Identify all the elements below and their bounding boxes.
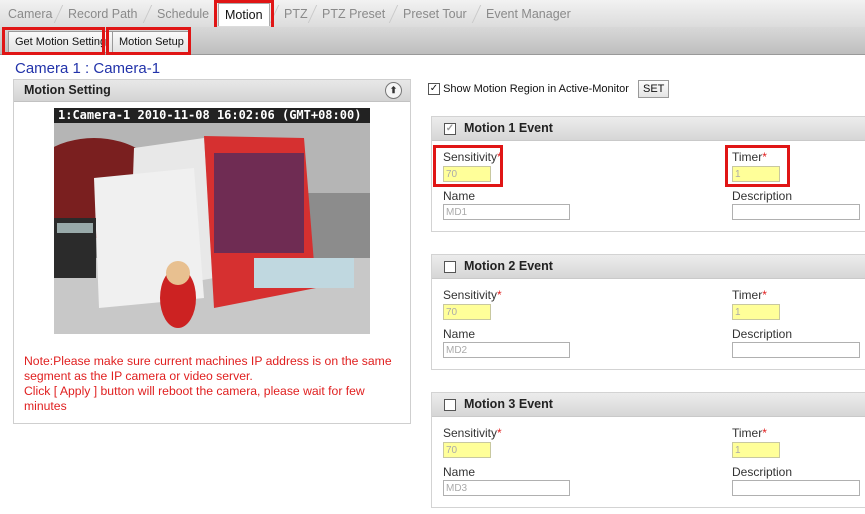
motion-1-event-header: ✓ Motion 1 Event [432,117,865,141]
motion-1-event-title: Motion 1 Event [464,121,553,135]
sensitivity-input[interactable]: 70 [443,442,491,458]
show-region-label: Show Motion Region in Active-Monitor [443,83,629,95]
motion-2-event-title: Motion 2 Event [464,259,553,273]
motion-3-checkbox[interactable] [444,398,456,411]
motion-setting-header: Motion Setting ⬆ [14,80,410,102]
motion-setup-button[interactable]: Motion Setup [112,31,191,53]
sensitivity-input[interactable]: 70 [443,166,491,182]
timer-input[interactable]: 1 [732,304,780,320]
motion-3-event-title: Motion 3 Event [464,397,553,411]
tab-event-manager[interactable]: Event Manager [480,3,577,25]
camera-title: Camera 1 : Camera-1 [15,60,161,77]
sensitivity-label: Sensitivity* [443,288,502,302]
motion-3-event-header: Motion 3 Event [432,393,865,417]
timer-label: Timer* [732,288,767,302]
sensitivity-label: Sensitivity* [443,426,502,440]
sensitivity-label: Sensitivity* [443,150,502,164]
sensitivity-input[interactable]: 70 [443,304,491,320]
motion-2-event-panel: Motion 2 Event Sensitivity* 70 Timer* 1 … [431,254,865,370]
description-input[interactable] [732,204,860,220]
name-input[interactable]: MD3 [443,480,570,496]
ip-note-text: Note:Please make sure current machines I… [24,354,392,383]
description-label: Description [732,189,793,203]
motion-setting-title: Motion Setting [24,83,111,97]
get-motion-setting-button[interactable]: Get Motion Setting [8,31,114,53]
tab-preset-tour[interactable]: Preset Tour [397,3,473,25]
timer-label: Timer* [732,426,767,440]
description-label: Description [732,327,793,341]
tab-schedule[interactable]: Schedule [151,3,215,25]
timer-label: Timer* [732,150,767,164]
motion-1-event-panel: ✓ Motion 1 Event Sensitivity* 70 Timer* 1… [431,116,865,232]
name-input[interactable]: MD2 [443,342,570,358]
tab-camera[interactable]: Camera [2,3,58,25]
description-input[interactable] [732,480,860,496]
description-input[interactable] [732,342,860,358]
tab-motion[interactable]: Motion [218,3,270,26]
tab-ptz-preset[interactable]: PTZ Preset [316,3,391,25]
motion-1-checkbox[interactable]: ✓ [444,122,456,135]
motion-2-event-header: Motion 2 Event [432,255,865,279]
set-button[interactable]: SET [638,80,670,98]
show-region-checkbox[interactable]: ✓ [428,83,440,96]
collapse-icon[interactable]: ⬆ [385,82,402,99]
top-tab-bar: Camera Record Path Schedule Motion PTZ P… [0,0,865,28]
camera-video-view[interactable]: 1:Camera-1 2010-11-08 16:02:06 (GMT+08:0… [54,108,370,334]
name-label: Name [443,327,476,341]
sub-toolbar: Get Motion Setting Motion Setup [0,27,865,55]
motion-3-event-panel: Motion 3 Event Sensitivity* 70 Timer* 1 … [431,392,865,508]
name-label: Name [443,465,476,479]
motion-2-checkbox[interactable] [444,260,456,273]
reboot-note-text: Click [ Apply ] button will reboot the c… [24,384,365,413]
motion-setting-panel: Motion Setting ⬆ 1:Camera-1 2010-11-08 1… [13,79,411,424]
timer-input[interactable]: 1 [732,442,780,458]
show-motion-region-row: ✓ Show Motion Region in Active-Monitor S… [428,80,670,98]
description-label: Description [732,465,793,479]
timer-input[interactable]: 1 [732,166,780,182]
ip-note: Note:Please make sure current machines I… [24,354,404,414]
video-osd-timestamp: 1:Camera-1 2010-11-08 16:02:06 (GMT+08:0… [54,108,370,123]
name-label: Name [443,189,476,203]
video-image [54,108,370,334]
tab-record-path[interactable]: Record Path [62,3,143,25]
name-input[interactable]: MD1 [443,204,570,220]
